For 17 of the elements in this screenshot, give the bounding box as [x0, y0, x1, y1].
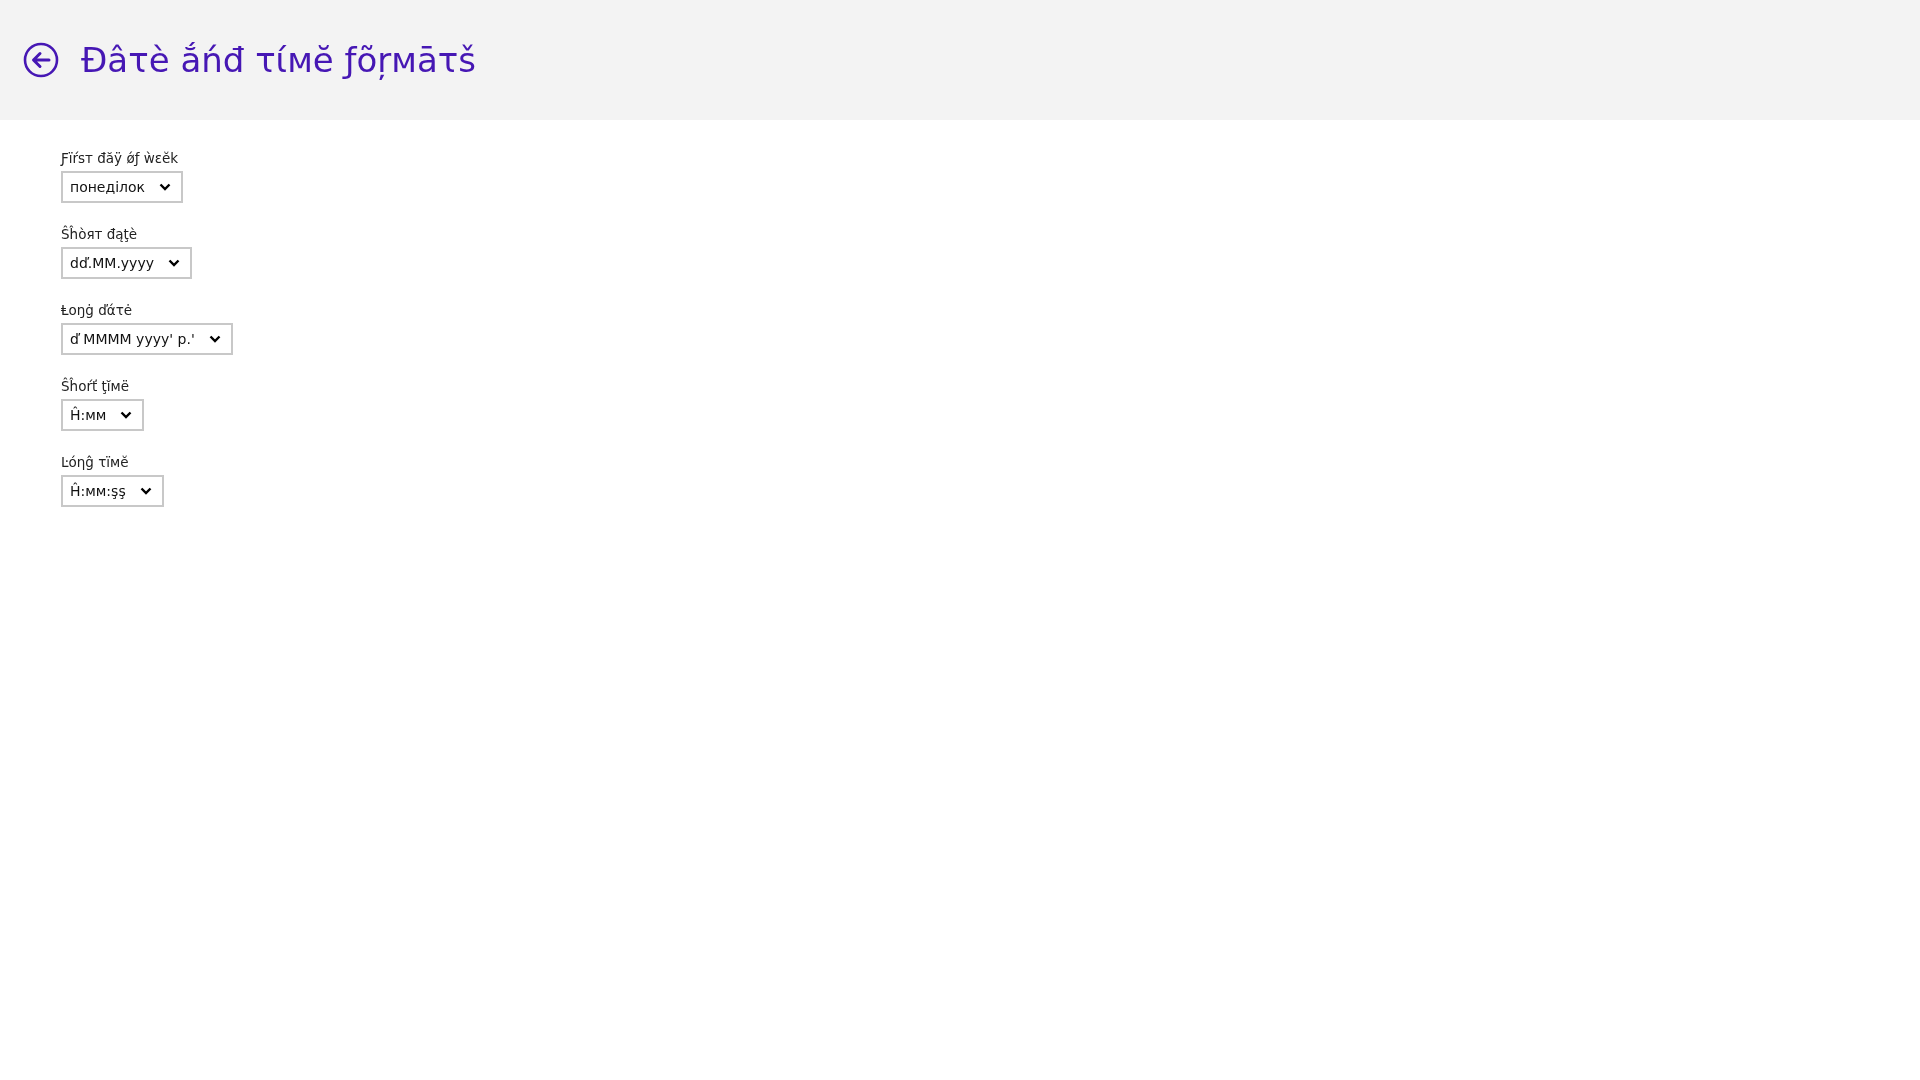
chevron-down-icon — [159, 183, 172, 191]
back-icon[interactable] — [23, 42, 59, 78]
chevron-down-icon — [208, 335, 221, 343]
setting-label: Ƒïŕsт đăÿ ǿƒ ẁεĕk — [61, 150, 180, 166]
setting-label: Ŝĥòят đąţè — [61, 226, 139, 242]
format-dropdown[interactable]: ď MMMM yyyy' p.' — [61, 323, 233, 355]
format-dropdown[interactable]: Ĥ:мм — [61, 399, 145, 431]
format-dropdown[interactable]: dď.MM.yyyy — [61, 247, 192, 279]
setting-label: Ŀόηĝ τïмĕ — [61, 454, 130, 470]
format-dropdown[interactable]: Ĥ:мм:şş — [61, 475, 164, 507]
setting-label: Ŝĥoŕť ţĭмë — [61, 378, 131, 394]
chevron-down-icon — [120, 411, 133, 419]
chevron-down-icon — [139, 487, 152, 495]
chevron-down-icon — [168, 259, 180, 267]
page-title: Đâτè ắńđ τίмĕ ƒõŗмāτš — [81, 40, 476, 80]
setting-label: Ⱡoŋġ ďάτė — [61, 302, 134, 318]
format-dropdown[interactable]: понеділок — [61, 171, 184, 203]
